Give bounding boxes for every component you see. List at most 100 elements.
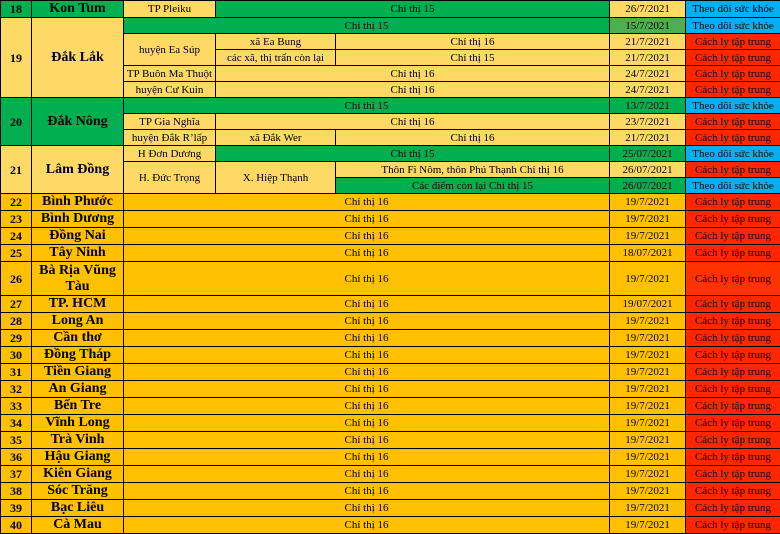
province-name: An Giang <box>32 381 124 398</box>
table-row: 24 Đồng Nai Chỉ thị 16 19/7/2021 Cách ly… <box>1 228 780 245</box>
table-row: 38 Sóc Trăng Chỉ thị 16 19/7/2021 Cách l… <box>1 483 780 500</box>
row-number: 33 <box>1 398 32 415</box>
table-row: 23 Bình Dương Chỉ thị 16 19/7/2021 Cách … <box>1 211 780 228</box>
table-row: 27 TP. HCM Chỉ thị 16 19/07/2021 Cách ly… <box>1 296 780 313</box>
province-name: Lâm Đồng <box>32 146 124 194</box>
province-name: Tây Ninh <box>32 245 124 262</box>
directive-cell: Chỉ thị 16 <box>336 130 610 146</box>
action-cell: Cách ly tập trung <box>686 194 780 211</box>
row-number: 38 <box>1 483 32 500</box>
province-name: Bến Tre <box>32 398 124 415</box>
table-row: 30 Đồng Tháp Chỉ thị 16 19/7/2021 Cách l… <box>1 347 780 364</box>
directive-cell: Chỉ thị 16 <box>124 466 610 483</box>
table-row: 18 Kon Tum TP Pleiku Chỉ thị 15 26/7/202… <box>1 1 780 18</box>
table-row: 21 Lâm Đồng H Đơn Dương Chỉ thị 15 25/07… <box>1 146 780 162</box>
action-cell: Theo dõi sức khỏe <box>686 178 780 194</box>
directive-cell: Chỉ thị 16 <box>216 82 610 98</box>
row-number: 30 <box>1 347 32 364</box>
action-cell: Cách ly tập trung <box>686 432 780 449</box>
row-number: 27 <box>1 296 32 313</box>
action-cell: Cách ly tập trung <box>686 228 780 245</box>
action-cell: Cách ly tập trung <box>686 517 780 534</box>
directive-cell: Chỉ thị 16 <box>124 262 610 296</box>
date-cell: 19/7/2021 <box>610 313 686 330</box>
date-cell: 24/7/2021 <box>610 82 686 98</box>
directive-cell: Chỉ thị 15 <box>216 1 610 18</box>
date-cell: 19/7/2021 <box>610 364 686 381</box>
directive-cell: Chỉ thị 16 <box>216 114 610 130</box>
action-cell: Cách ly tập trung <box>686 449 780 466</box>
subarea-cell: xã Ea Bung <box>216 34 336 50</box>
row-number: 39 <box>1 500 32 517</box>
table-row: 39 Bạc Liêu Chỉ thị 16 19/7/2021 Cách ly… <box>1 500 780 517</box>
row-number: 26 <box>1 262 32 296</box>
directive-cell: Chỉ thị 16 <box>124 330 610 347</box>
row-number: 25 <box>1 245 32 262</box>
directive-cell: Chỉ thị 16 <box>124 364 610 381</box>
area-cell: TP Gia Nghĩa <box>124 114 216 130</box>
row-number: 29 <box>1 330 32 347</box>
directive-cell: Chỉ thị 16 <box>124 517 610 534</box>
table-row: 22 Bình Phước Chỉ thị 16 19/7/2021 Cách … <box>1 194 780 211</box>
table-row: 36 Hậu Giang Chỉ thị 16 19/7/2021 Cách l… <box>1 449 780 466</box>
date-cell: 19/07/2021 <box>610 296 686 313</box>
row-number: 36 <box>1 449 32 466</box>
table-row: 31 Tiền Giang Chỉ thị 16 19/7/2021 Cách … <box>1 364 780 381</box>
action-cell: Theo dõi sức khỏe <box>686 146 780 162</box>
action-cell: Cách ly tập trung <box>686 398 780 415</box>
directive-cell: Chỉ thị 16 <box>124 483 610 500</box>
action-cell: Cách ly tập trung <box>686 330 780 347</box>
action-cell: Cách ly tập trung <box>686 483 780 500</box>
row-number: 32 <box>1 381 32 398</box>
row-number: 31 <box>1 364 32 381</box>
action-cell: Cách ly tập trung <box>686 82 780 98</box>
province-name: Bạc Liêu <box>32 500 124 517</box>
province-name: Vĩnh Long <box>32 415 124 432</box>
action-cell: Cách ly tập trung <box>686 313 780 330</box>
table-row: 32 An Giang Chỉ thị 16 19/7/2021 Cách ly… <box>1 381 780 398</box>
directive-cell: Chỉ thị 15 <box>336 50 610 66</box>
date-cell: 15/7/2021 <box>610 18 686 34</box>
date-cell: 19/7/2021 <box>610 432 686 449</box>
date-cell: 26/7/2021 <box>610 1 686 18</box>
province-name: Bà Rịa Vũng Tàu <box>32 262 124 296</box>
table-row: 29 Cần thơ Chỉ thị 16 19/7/2021 Cách ly … <box>1 330 780 347</box>
action-cell: Cách ly tập trung <box>686 364 780 381</box>
date-cell: 19/7/2021 <box>610 483 686 500</box>
date-cell: 21/7/2021 <box>610 130 686 146</box>
action-cell: Theo dõi sức khỏe <box>686 1 780 18</box>
directive-cell: Chỉ thị 15 <box>124 98 610 114</box>
row-number: 20 <box>1 98 32 146</box>
directive-cell: Chỉ thị 15 <box>124 18 610 34</box>
area-cell: huyện Cư Kuin <box>124 82 216 98</box>
directive-cell: Chỉ thị 16 <box>124 211 610 228</box>
province-name: Long An <box>32 313 124 330</box>
date-cell: 19/7/2021 <box>610 347 686 364</box>
directive-cell: Chỉ thị 16 <box>124 194 610 211</box>
row-number: 23 <box>1 211 32 228</box>
province-name: TP. HCM <box>32 296 124 313</box>
directive-cell: Chỉ thị 16 <box>336 34 610 50</box>
area-cell: H Đơn Dương <box>124 146 216 162</box>
province-name: Sóc Trăng <box>32 483 124 500</box>
directive-cell: Chỉ thị 16 <box>216 66 610 82</box>
action-cell: Cách ly tập trung <box>686 466 780 483</box>
directive-cell: Chỉ thị 15 <box>216 146 610 162</box>
province-name: Đồng Nai <box>32 228 124 245</box>
date-cell: 25/07/2021 <box>610 146 686 162</box>
action-cell: Cách ly tập trung <box>686 500 780 517</box>
province-name: Kon Tum <box>32 1 124 18</box>
date-cell: 21/7/2021 <box>610 50 686 66</box>
subarea-cell: xã Đắk Wer <box>216 130 336 146</box>
date-cell: 19/7/2021 <box>610 381 686 398</box>
date-cell: 19/7/2021 <box>610 500 686 517</box>
action-cell: Theo dõi sức khỏe <box>686 18 780 34</box>
action-cell: Cách ly tập trung <box>686 245 780 262</box>
area-cell: TP Pleiku <box>124 1 216 18</box>
date-cell: 19/7/2021 <box>610 211 686 228</box>
date-cell: 19/7/2021 <box>610 330 686 347</box>
province-name: Cần thơ <box>32 330 124 347</box>
province-name: Cà Mau <box>32 517 124 534</box>
directive-cell: Chỉ thị 16 <box>124 347 610 364</box>
action-cell: Cách ly tập trung <box>686 66 780 82</box>
